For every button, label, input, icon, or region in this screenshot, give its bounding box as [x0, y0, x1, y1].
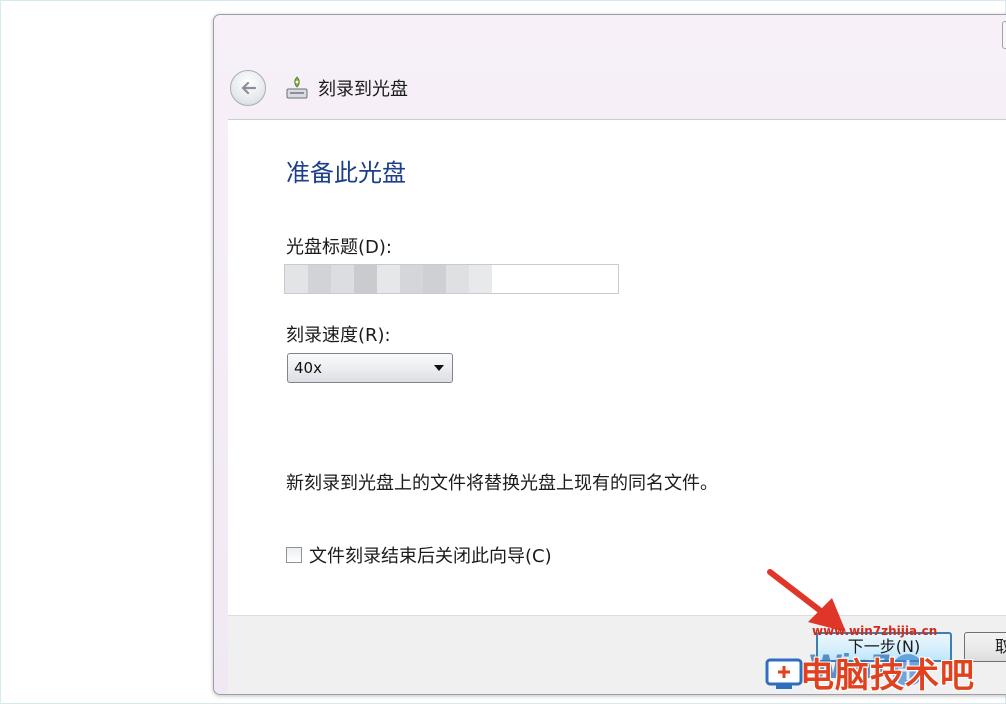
burn-disc-window: 刻录到光盘 准备此光盘 光盘标题(D): 刻录速度(R): 40x 新刻录到光盘… — [213, 14, 1006, 695]
watermark-url: www.win7zhijia.cn — [812, 624, 938, 638]
burn-disc-icon — [286, 76, 308, 99]
disc-title-label: 光盘标题(D): — [286, 237, 392, 258]
back-arrow-icon — [241, 81, 257, 95]
blurred-title-mosaic — [285, 265, 492, 293]
dropdown-arrow-icon — [434, 365, 444, 371]
burn-speed-select[interactable]: 40x — [287, 353, 453, 383]
close-wizard-checkbox-row[interactable]: 文件刻录结束后关闭此向导(C) — [286, 543, 552, 567]
window-title: 刻录到光盘 — [318, 79, 408, 100]
page-heading: 准备此光盘 — [286, 159, 406, 187]
burn-speed-label: 刻录速度(R): — [286, 325, 391, 346]
watermark-brand: 电脑技术吧 — [800, 656, 975, 696]
close-wizard-checkbox-label: 文件刻录结束后关闭此向导(C) — [309, 546, 552, 567]
replace-files-note: 新刻录到光盘上的文件将替换光盘上现有的同名文件。 — [286, 473, 718, 494]
wizard-content: 准备此光盘 光盘标题(D): 刻录速度(R): 40x 新刻录到光盘上的文件将替… — [228, 119, 1006, 616]
window-control-button[interactable] — [1002, 21, 1006, 49]
back-button[interactable] — [230, 70, 266, 106]
burn-speed-value: 40x — [294, 359, 322, 377]
close-wizard-checkbox[interactable] — [286, 547, 302, 563]
disc-title-input[interactable] — [284, 264, 619, 294]
navigation-bar: 刻录到光盘 — [214, 67, 1006, 121]
